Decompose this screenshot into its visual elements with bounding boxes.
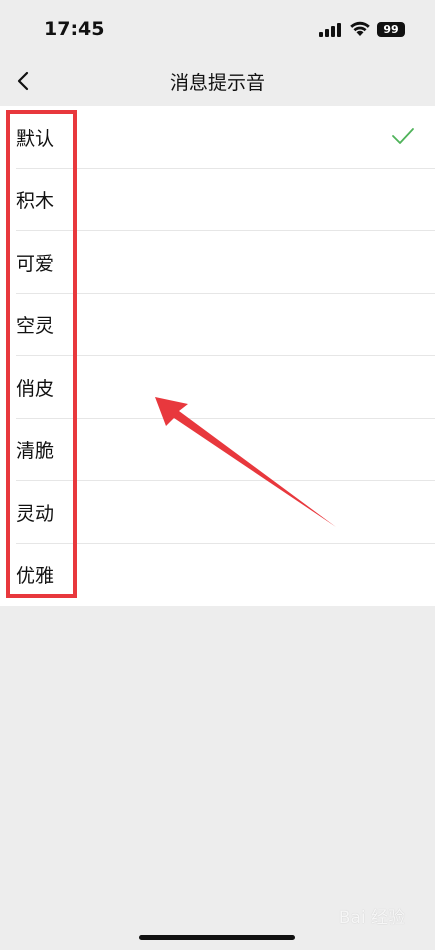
sound-list: 默认 积木 可爱 空灵 俏皮 清脆 灵动 优雅 xyxy=(0,106,435,606)
sound-item-label: 积木 xyxy=(16,190,55,213)
sound-item-label: 空灵 xyxy=(16,315,55,338)
sound-item-label: 俏皮 xyxy=(16,377,55,400)
sound-item-kongling[interactable]: 空灵 xyxy=(0,294,435,357)
sound-item-label: 优雅 xyxy=(16,565,55,588)
sound-item-youya[interactable]: 优雅 xyxy=(0,544,435,607)
sound-item-label: 清脆 xyxy=(16,440,55,463)
checkmark-icon xyxy=(392,128,414,144)
nav-bar: 消息提示音 xyxy=(0,58,435,104)
sound-item-qiaopi[interactable]: 俏皮 xyxy=(0,356,435,419)
status-bar: 17:45 99 xyxy=(0,0,435,60)
sound-item-label: 灵动 xyxy=(16,502,55,525)
sound-item-keai[interactable]: 可爱 xyxy=(0,231,435,294)
wifi-icon xyxy=(350,21,370,36)
status-time: 17:45 xyxy=(44,18,105,40)
battery-level: 99 xyxy=(383,23,399,36)
signal-icon xyxy=(319,23,341,37)
watermark: Bai 经验 xyxy=(338,908,405,928)
sound-item-jimu[interactable]: 积木 xyxy=(0,169,435,232)
sound-item-lingdong[interactable]: 灵动 xyxy=(0,481,435,544)
sound-item-label: 可爱 xyxy=(16,252,55,275)
battery-icon: 99 xyxy=(377,22,405,37)
home-indicator xyxy=(139,935,295,940)
page-title: 消息提示音 xyxy=(169,72,265,94)
sound-item-qingcui[interactable]: 清脆 xyxy=(0,419,435,482)
sound-item-default[interactable]: 默认 xyxy=(0,106,435,169)
sound-item-label: 默认 xyxy=(16,127,55,150)
